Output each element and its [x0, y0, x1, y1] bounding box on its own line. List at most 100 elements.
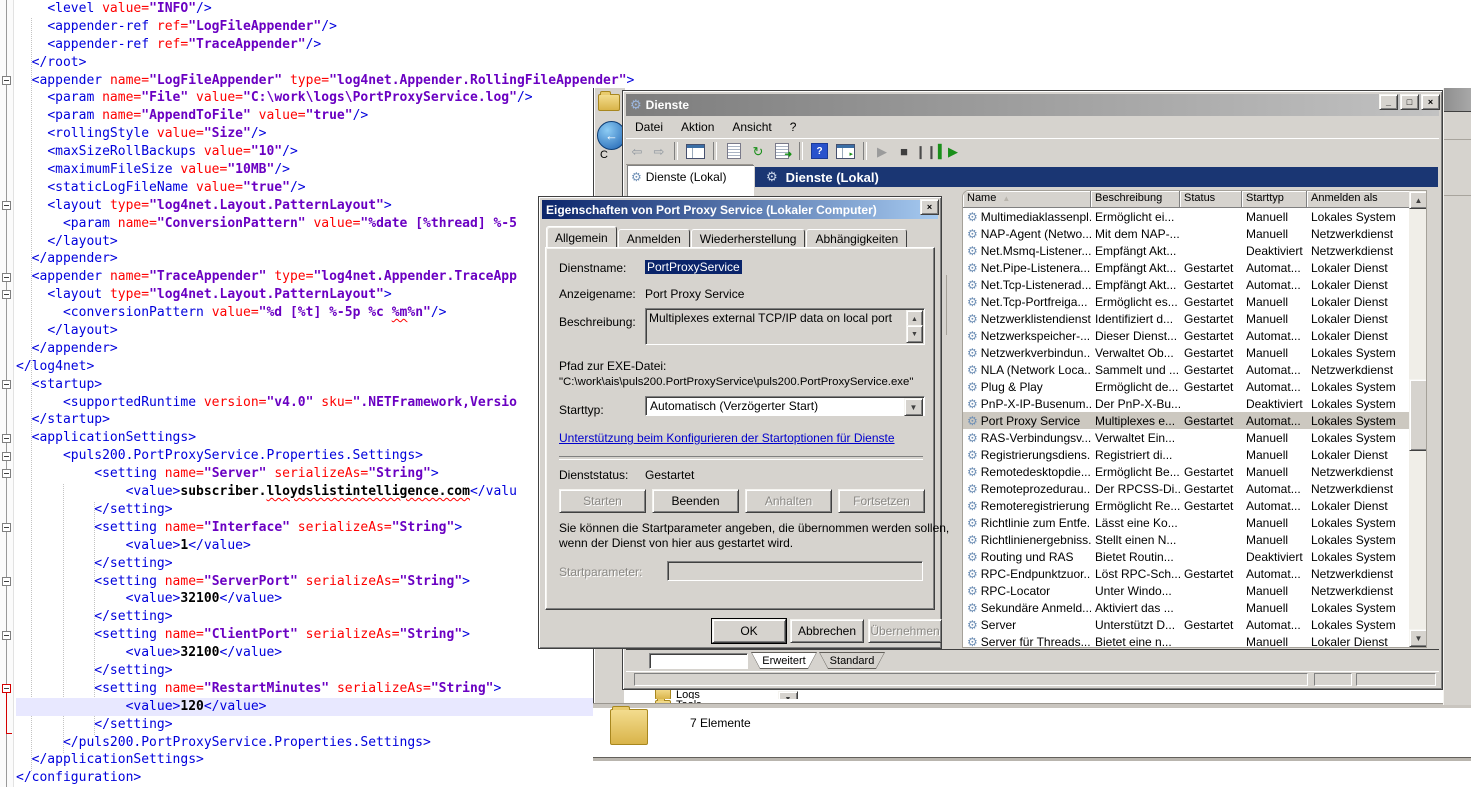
filter-input[interactable] [649, 653, 748, 669]
service-row[interactable]: ⚙Richtlinienergebniss...Stellt einen N..… [963, 531, 1410, 548]
service-row[interactable]: ⚙Richtlinie zum Entfe...Lässt eine Ko...… [963, 514, 1410, 531]
column-header-name[interactable]: Name▲ [963, 191, 1091, 208]
refresh-icon[interactable]: ↻ [747, 145, 769, 158]
fold-toggle-icon[interactable] [2, 434, 11, 443]
service-row[interactable]: ⚙Routing und RASBietet Routin...Deaktivi… [963, 548, 1410, 565]
stop-service-icon[interactable]: ■ [893, 145, 915, 158]
anhalten-button[interactable]: Anhalten [745, 489, 832, 513]
help-icon[interactable]: ? [811, 143, 828, 159]
show-console-tree-icon[interactable] [686, 144, 705, 159]
service-row[interactable]: ⚙RemoteregistrierungErmöglicht Re...Gest… [963, 497, 1410, 514]
service-row[interactable]: ⚙Port Proxy ServiceMultiplexes e...Gesta… [963, 412, 1410, 429]
combobox-dropdown-button[interactable]: ▼ [904, 398, 923, 416]
service-row[interactable]: ⚙Netzwerkspeicher-...Dieser Dienst...Ges… [963, 327, 1410, 344]
dialog-tab-abhngigkeiten[interactable]: Abhängigkeiten [806, 229, 907, 248]
service-row[interactable]: ⚙Registrierungsdiens...Registriert di...… [963, 446, 1410, 463]
service-row[interactable]: ⚙NLA (Network Loca...Sammelt und ...Gest… [963, 361, 1410, 378]
service-row[interactable]: ⚙Sekundäre Anmeld...Aktiviert das ...Man… [963, 599, 1410, 616]
beschreibung-textbox[interactable]: Multiplexes external TCP/IP data on loca… [645, 308, 925, 345]
fold-toggle-icon[interactable] [2, 452, 11, 461]
fold-toggle-icon[interactable] [2, 201, 11, 210]
view-tab-standard[interactable]: Standard [819, 652, 885, 669]
scroll-up-button[interactable]: ▲ [1409, 191, 1427, 209]
column-header-starttyp[interactable]: Starttyp [1242, 191, 1307, 208]
menu-?[interactable]: ? [781, 118, 806, 136]
service-row[interactable]: ⚙Net.Tcp-Listenerad...Empfängt Akt...Ges… [963, 276, 1410, 293]
service-row[interactable]: ⚙Remoteprozedurau...Der RPCSS-Di...Gesta… [963, 480, 1410, 497]
dialog-tab-wiederherstellung[interactable]: Wiederherstellung [691, 229, 806, 248]
service-name-cell: ⚙Netzwerkverbindun... [963, 346, 1091, 360]
service-row[interactable]: ⚙PnP-X-IP-Busenum...Der PnP-X-Bu...Deakt… [963, 395, 1410, 412]
column-header-beschreibung[interactable]: Beschreibung [1091, 191, 1180, 208]
service-row[interactable]: ⚙NetzwerklistendienstIdentifiziert d...G… [963, 310, 1410, 327]
tree-item-dienste-lokal[interactable]: ⚙ Dienste (Lokal) [628, 166, 754, 188]
toolbar-separator [799, 142, 803, 160]
services-node-icon: ⚙ [631, 171, 642, 183]
dienstname-label: Dienstname: [559, 261, 626, 275]
service-row[interactable]: ⚙ServerUnterstützt D...GestartetAutomat.… [963, 616, 1410, 633]
minimize-button[interactable]: _ [1379, 94, 1398, 110]
service-row[interactable]: ⚙Net.Pipe-Listenera...Empfängt Akt...Ges… [963, 259, 1410, 276]
service-row[interactable]: ⚙NAP-Agent (Netwo...Mit dem NAP-...Manue… [963, 225, 1410, 242]
service-row[interactable]: ⚙Server für Threads...Bietet eine n...Ma… [963, 633, 1410, 647]
service-row[interactable]: ⚙Remotedesktopdie...Ermöglicht Be...Gest… [963, 463, 1410, 480]
close-button[interactable]: × [1421, 94, 1440, 110]
fold-toggle-icon[interactable] [2, 577, 11, 586]
service-cell: Gestartet [1180, 278, 1242, 292]
menu-datei[interactable]: Datei [626, 118, 672, 136]
code-line: <staticLogFileName value="true"/> [16, 179, 616, 197]
service-row[interactable]: ⚙RAS-Verbindungsv...Verwaltet Ein...Manu… [963, 429, 1410, 446]
export-list-icon[interactable]: ➜ [775, 143, 789, 159]
properties-icon[interactable] [727, 143, 741, 159]
abbrechen-button[interactable]: Abbrechen [790, 619, 864, 643]
dialog-tabs: AllgemeinAnmeldenWiederherstellungAbhäng… [546, 226, 908, 248]
startup-options-help-link[interactable]: Unterstützung beim Konfigurieren der Sta… [559, 431, 895, 445]
view-tab-erweitert[interactable]: Erweitert [751, 652, 817, 669]
dialog-tab-allgemein[interactable]: Allgemein [546, 226, 617, 248]
beenden-button[interactable]: Beenden [652, 489, 739, 513]
service-name-text: RPC-Locator [981, 584, 1050, 598]
start-service-icon[interactable]: ▶ [871, 145, 893, 158]
starten-button[interactable]: Starten [559, 489, 646, 513]
pause-service-icon[interactable]: ❙❙ [915, 145, 937, 158]
restart-service-icon[interactable]: ▍▶ [937, 145, 959, 158]
service-row[interactable]: ⚙Net.Tcp-Portfreiga...Ermöglicht es...Ge… [963, 293, 1410, 310]
desc-scroll-down-button[interactable]: ▼ [906, 325, 923, 343]
dienstname-value[interactable]: PortProxyService [645, 260, 742, 274]
vertical-scrollbar[interactable]: ▲ ▼ [1409, 191, 1426, 647]
menu-aktion[interactable]: Aktion [672, 118, 723, 136]
fold-toggle-icon[interactable] [2, 684, 11, 693]
starttyp-combobox[interactable]: Automatisch (Verzögerter Start) ▼ [645, 396, 925, 416]
fold-toggle-icon[interactable] [2, 469, 11, 478]
scrollbar-thumb[interactable] [1409, 379, 1427, 451]
startparameter-input[interactable] [667, 561, 923, 581]
service-row[interactable]: ⚙RPC-LocatorUnter Windo...ManuellNetzwer… [963, 582, 1410, 599]
fold-toggle-icon[interactable] [2, 273, 11, 282]
fold-toggle-icon[interactable] [2, 76, 11, 85]
back-icon[interactable]: ⇦ [626, 145, 648, 158]
services-titlebar[interactable]: ⚙ Dienste [626, 94, 1439, 116]
menu-ansicht[interactable]: Ansicht [723, 118, 780, 136]
scroll-down-button[interactable]: ▼ [1409, 629, 1427, 647]
column-header-status[interactable]: Status [1180, 191, 1242, 208]
fortsetzen-button[interactable]: Fortsetzen [838, 489, 925, 513]
dialog-titlebar[interactable]: Eigenschaften von Port Proxy Service (Lo… [542, 200, 938, 219]
new-window-icon[interactable]: ▸ [836, 144, 855, 159]
service-row[interactable]: ⚙Multimediaklassenpl...Ermöglicht ei...M… [963, 208, 1410, 225]
fold-toggle-icon[interactable] [2, 631, 11, 640]
fold-margin[interactable] [0, 0, 14, 787]
maximize-button[interactable]: □ [1400, 94, 1419, 110]
forward-icon[interactable]: ⇨ [648, 145, 670, 158]
service-row[interactable]: ⚙Plug & PlayErmöglicht de...GestartetAut… [963, 378, 1410, 395]
service-row[interactable]: ⚙RPC-Endpunktzuor...Löst RPC-Sch...Gesta… [963, 565, 1410, 582]
fold-toggle-icon[interactable] [2, 523, 11, 532]
column-header-anmeldenals[interactable]: Anmelden als [1307, 191, 1410, 208]
fold-toggle-icon[interactable] [2, 380, 11, 389]
fold-toggle-icon[interactable] [2, 290, 11, 299]
service-row[interactable]: ⚙Netzwerkverbindun...Verwaltet Ob...Gest… [963, 344, 1410, 361]
service-row[interactable]: ⚙Net.Msmq-Listener...Empfängt Akt...Deak… [963, 242, 1410, 259]
dialog-tab-anmelden[interactable]: Anmelden [618, 229, 690, 248]
ok-button[interactable]: OK [712, 619, 786, 643]
dialog-close-button[interactable]: × [920, 199, 939, 215]
bernehmen-button[interactable]: Übernehmen [868, 619, 942, 643]
